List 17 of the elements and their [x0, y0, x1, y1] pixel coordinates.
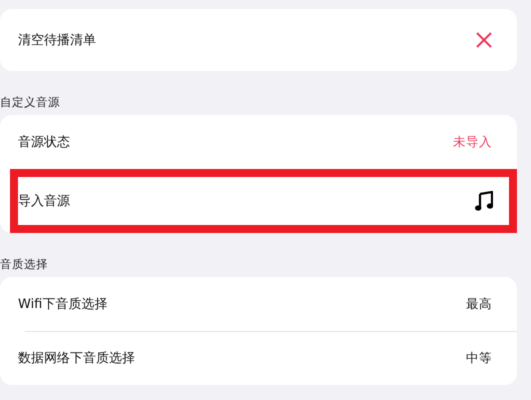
setting-label: 导入音源	[18, 193, 70, 210]
settings-row[interactable]: 音源状态 未导入	[0, 115, 517, 169]
setting-label: 数据网络下音质选择	[18, 350, 135, 367]
highlighted-settings-row[interactable]: 导入音源	[10, 169, 517, 233]
setting-label: Wifi下音质选择	[18, 296, 108, 313]
settings-row[interactable]: Wifi下音质选择 最高	[0, 277, 517, 331]
close-icon[interactable]	[476, 32, 492, 48]
setting-value: 未导入	[453, 134, 492, 150]
section-title: 自定义音源	[0, 94, 61, 111]
settings-row[interactable]: 数据网络下音质选择 中等	[0, 331, 517, 385]
setting-label: 音源状态	[18, 134, 70, 151]
setting-label: 清空待播清单	[18, 32, 96, 49]
music-note-icon[interactable]	[475, 191, 493, 211]
setting-value: 最高	[466, 296, 492, 312]
setting-value: 中等	[466, 350, 492, 366]
section-title: 音质选择	[0, 256, 49, 273]
settings-row[interactable]: 清空待播清单	[0, 9, 517, 71]
